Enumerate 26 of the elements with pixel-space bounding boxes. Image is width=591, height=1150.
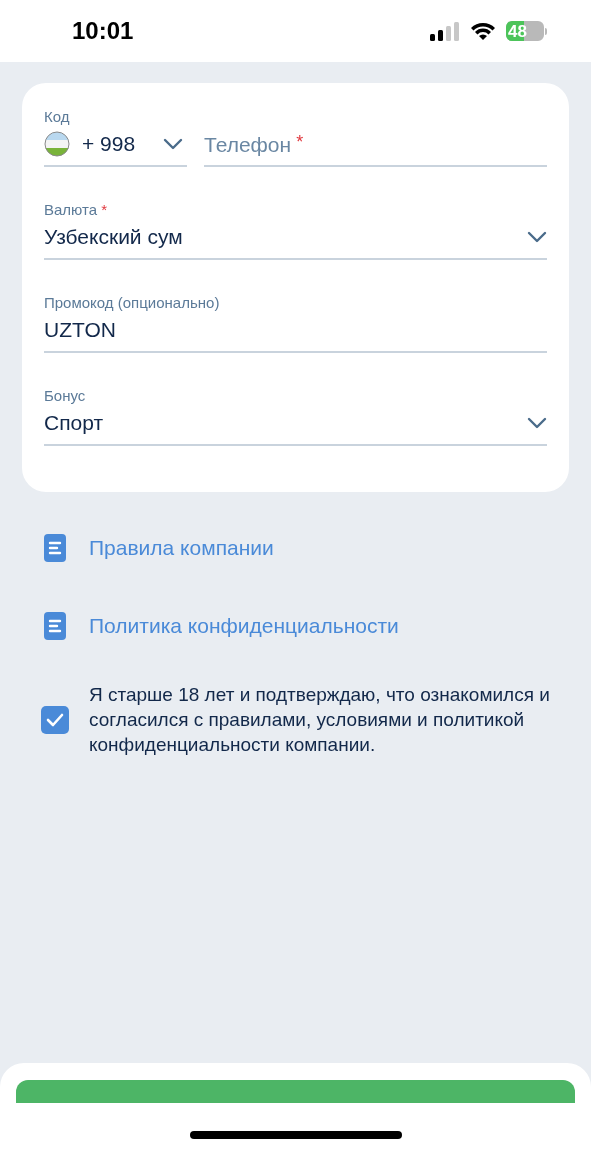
field-value: Узбекский сум <box>44 224 183 251</box>
consent-checkbox[interactable] <box>41 705 69 734</box>
document-icon <box>44 534 66 562</box>
chevron-down-icon <box>527 417 547 429</box>
country-code-select[interactable]: Код + 998 <box>44 107 187 167</box>
flag-icon <box>44 131 70 157</box>
status-time: 10:01 <box>72 16 134 46</box>
consent-text: Я старше 18 лет и подтверждаю, что ознакомился и согласился с правилами, условиями и политикой конфиденциальности компании. <box>89 683 551 757</box>
chevron-down-icon <box>163 138 183 150</box>
chevron-down-icon <box>527 231 547 243</box>
wifi-icon <box>470 21 496 41</box>
document-icon <box>44 612 66 640</box>
signal-icon <box>430 21 460 41</box>
phone-placeholder: Телефон * <box>204 131 304 159</box>
field-label: Промокод (опционально) <box>44 293 221 313</box>
select-field[interactable]: Валюта * Узбекский сум <box>44 200 547 260</box>
select-field[interactable]: Бонус Спорт <box>44 386 547 446</box>
phone-input[interactable]: Телефон * <box>204 129 547 167</box>
input-field[interactable]: Промокод (опционально) UZTON <box>44 293 547 353</box>
field-label: Валюта * <box>44 200 109 220</box>
field-label: Бонус <box>44 386 87 406</box>
field-label: Код <box>44 107 71 127</box>
country-code: + 998 <box>82 131 136 158</box>
field-value: Спорт <box>44 410 104 437</box>
field-value: UZTON <box>44 317 116 344</box>
checkmark-icon <box>46 712 64 727</box>
